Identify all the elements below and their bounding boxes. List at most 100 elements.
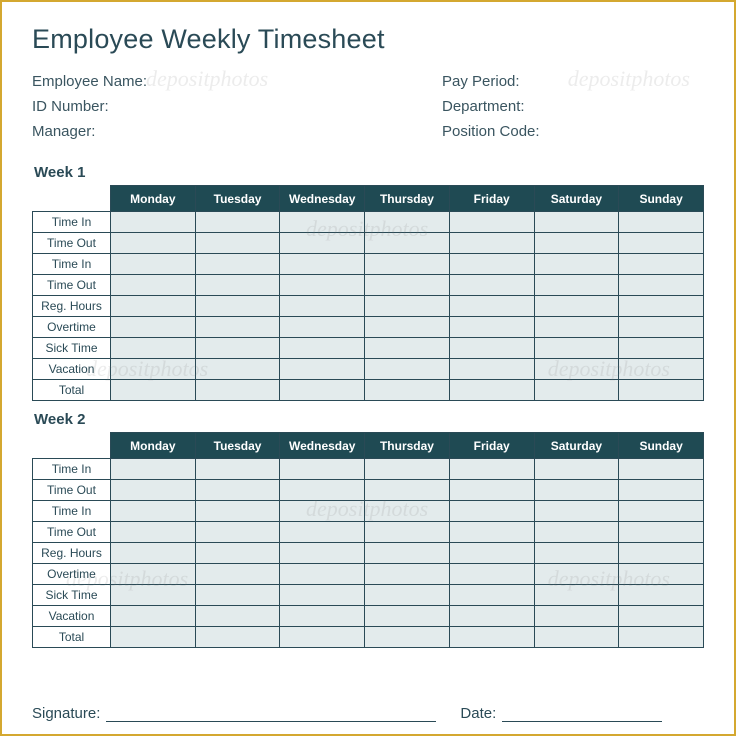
time-cell[interactable]: [449, 480, 534, 501]
time-cell[interactable]: [280, 254, 365, 275]
time-cell[interactable]: [195, 501, 280, 522]
time-cell[interactable]: [449, 233, 534, 254]
time-cell[interactable]: [365, 522, 450, 543]
time-cell[interactable]: [280, 296, 365, 317]
time-cell[interactable]: [111, 501, 196, 522]
time-cell[interactable]: [280, 380, 365, 401]
time-cell[interactable]: [619, 627, 704, 648]
time-cell[interactable]: [534, 627, 619, 648]
time-cell[interactable]: [365, 543, 450, 564]
time-cell[interactable]: [619, 275, 704, 296]
time-cell[interactable]: [280, 522, 365, 543]
time-cell[interactable]: [195, 480, 280, 501]
time-cell[interactable]: [534, 606, 619, 627]
time-cell[interactable]: [365, 480, 450, 501]
date-line[interactable]: [502, 708, 662, 722]
time-cell[interactable]: [534, 564, 619, 585]
time-cell[interactable]: [195, 543, 280, 564]
time-cell[interactable]: [365, 459, 450, 480]
time-cell[interactable]: [280, 338, 365, 359]
time-cell[interactable]: [619, 233, 704, 254]
time-cell[interactable]: [449, 275, 534, 296]
time-cell[interactable]: [111, 585, 196, 606]
time-cell[interactable]: [111, 380, 196, 401]
time-cell[interactable]: [534, 480, 619, 501]
time-cell[interactable]: [619, 501, 704, 522]
time-cell[interactable]: [111, 359, 196, 380]
time-cell[interactable]: [280, 543, 365, 564]
time-cell[interactable]: [111, 564, 196, 585]
time-cell[interactable]: [449, 543, 534, 564]
time-cell[interactable]: [534, 585, 619, 606]
time-cell[interactable]: [449, 501, 534, 522]
time-cell[interactable]: [449, 359, 534, 380]
time-cell[interactable]: [365, 606, 450, 627]
time-cell[interactable]: [534, 522, 619, 543]
time-cell[interactable]: [365, 233, 450, 254]
time-cell[interactable]: [111, 296, 196, 317]
time-cell[interactable]: [195, 522, 280, 543]
time-cell[interactable]: [195, 606, 280, 627]
time-cell[interactable]: [365, 296, 450, 317]
time-cell[interactable]: [619, 296, 704, 317]
signature-line[interactable]: [106, 708, 436, 722]
time-cell[interactable]: [619, 212, 704, 233]
time-cell[interactable]: [195, 212, 280, 233]
time-cell[interactable]: [619, 380, 704, 401]
time-cell[interactable]: [619, 254, 704, 275]
time-cell[interactable]: [534, 459, 619, 480]
time-cell[interactable]: [195, 254, 280, 275]
time-cell[interactable]: [365, 501, 450, 522]
time-cell[interactable]: [195, 585, 280, 606]
time-cell[interactable]: [280, 233, 365, 254]
time-cell[interactable]: [534, 359, 619, 380]
time-cell[interactable]: [111, 627, 196, 648]
time-cell[interactable]: [619, 564, 704, 585]
time-cell[interactable]: [449, 296, 534, 317]
time-cell[interactable]: [111, 459, 196, 480]
time-cell[interactable]: [534, 338, 619, 359]
time-cell[interactable]: [280, 480, 365, 501]
time-cell[interactable]: [534, 317, 619, 338]
time-cell[interactable]: [534, 543, 619, 564]
time-cell[interactable]: [195, 459, 280, 480]
time-cell[interactable]: [449, 564, 534, 585]
time-cell[interactable]: [449, 338, 534, 359]
time-cell[interactable]: [280, 585, 365, 606]
time-cell[interactable]: [280, 606, 365, 627]
time-cell[interactable]: [365, 275, 450, 296]
time-cell[interactable]: [619, 585, 704, 606]
time-cell[interactable]: [619, 338, 704, 359]
time-cell[interactable]: [449, 522, 534, 543]
time-cell[interactable]: [449, 585, 534, 606]
time-cell[interactable]: [365, 317, 450, 338]
time-cell[interactable]: [449, 254, 534, 275]
time-cell[interactable]: [365, 359, 450, 380]
time-cell[interactable]: [449, 380, 534, 401]
time-cell[interactable]: [111, 254, 196, 275]
time-cell[interactable]: [111, 480, 196, 501]
time-cell[interactable]: [280, 359, 365, 380]
time-cell[interactable]: [111, 233, 196, 254]
time-cell[interactable]: [195, 317, 280, 338]
time-cell[interactable]: [449, 606, 534, 627]
time-cell[interactable]: [619, 606, 704, 627]
time-cell[interactable]: [534, 233, 619, 254]
time-cell[interactable]: [365, 627, 450, 648]
time-cell[interactable]: [534, 275, 619, 296]
time-cell[interactable]: [534, 380, 619, 401]
time-cell[interactable]: [534, 501, 619, 522]
time-cell[interactable]: [365, 254, 450, 275]
time-cell[interactable]: [111, 606, 196, 627]
time-cell[interactable]: [449, 317, 534, 338]
time-cell[interactable]: [111, 275, 196, 296]
time-cell[interactable]: [195, 275, 280, 296]
time-cell[interactable]: [195, 296, 280, 317]
time-cell[interactable]: [280, 627, 365, 648]
time-cell[interactable]: [280, 564, 365, 585]
time-cell[interactable]: [111, 317, 196, 338]
time-cell[interactable]: [365, 338, 450, 359]
time-cell[interactable]: [449, 459, 534, 480]
time-cell[interactable]: [195, 338, 280, 359]
time-cell[interactable]: [280, 317, 365, 338]
